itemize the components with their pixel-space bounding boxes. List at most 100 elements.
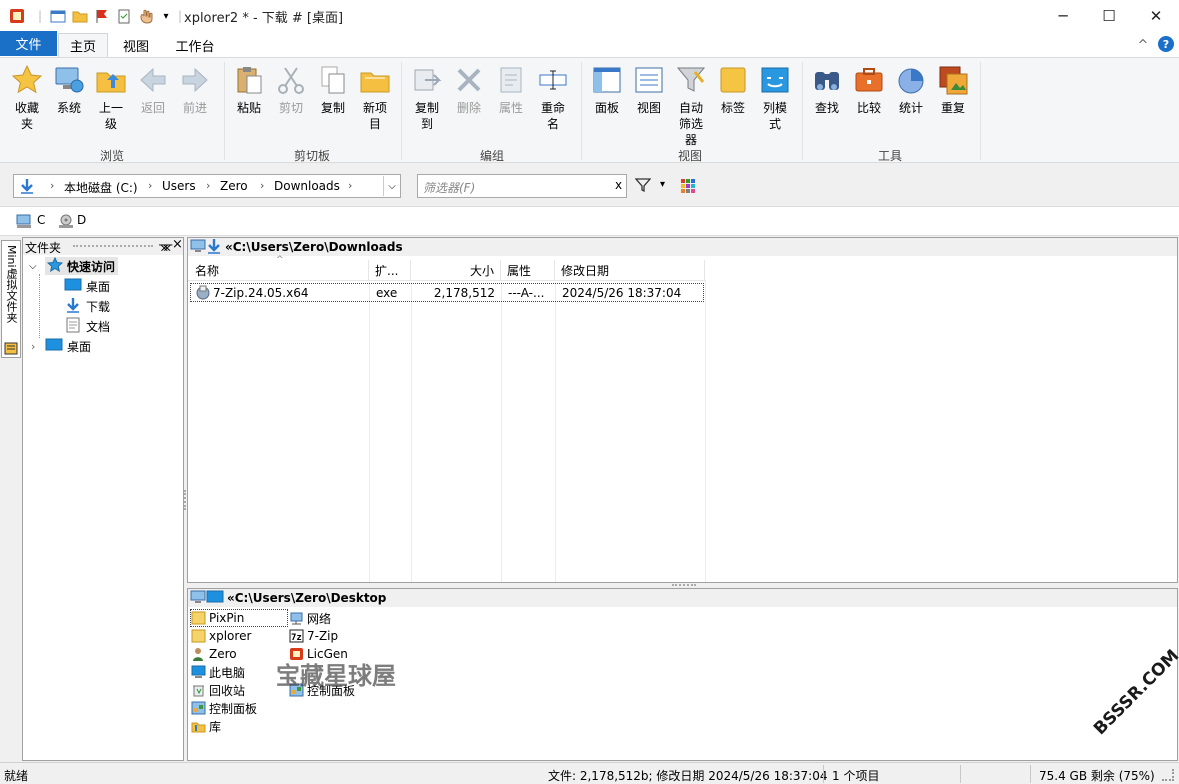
panels-button[interactable]: 面板 — [587, 64, 627, 116]
breadcrumb-chevron-icon[interactable]: › — [148, 179, 152, 192]
folder-pane-header: 文件夹 ᚘ × — [23, 237, 183, 255]
list-item[interactable]: 此电脑 — [191, 663, 245, 681]
copy-button[interactable]: 复制 — [313, 64, 353, 116]
tree-item-label: 下载 — [86, 299, 111, 314]
download-arrow-icon — [206, 238, 222, 257]
cut-button[interactable]: 剪切 — [271, 64, 311, 116]
filter-funnel-icon[interactable] — [634, 177, 652, 196]
forward-button[interactable]: 前进 — [175, 64, 215, 116]
expand-chevron-icon[interactable]: › — [31, 337, 35, 355]
back-button[interactable]: 返回 — [133, 64, 173, 116]
column-header-name[interactable]: 名称 — [188, 260, 369, 280]
tree-item-desktop[interactable]: 桌面 — [64, 277, 110, 295]
columns-mode-button[interactable]: 列模式 — [755, 64, 795, 132]
library-icon — [191, 719, 206, 733]
column-header-modified[interactable]: 修改日期 — [555, 260, 705, 280]
pane-path[interactable]: «C:\Users\Zero\Desktop — [227, 591, 386, 605]
pin-icon[interactable]: ᚘ — [159, 238, 172, 251]
duplicates-button[interactable]: 重复 — [933, 64, 973, 116]
breadcrumb-users[interactable]: Users — [162, 179, 196, 193]
help-icon[interactable]: ? — [1158, 36, 1174, 52]
tree-item-desktop-root[interactable]: 桌面 — [45, 337, 91, 355]
copy-to-button[interactable]: 复制到 — [407, 64, 447, 132]
favorites-button[interactable]: 收藏夹 — [7, 64, 47, 132]
filter-clear-icon[interactable]: x — [615, 178, 622, 192]
flag-icon[interactable] — [94, 8, 110, 24]
list-item[interactable]: 回收站 — [191, 681, 245, 699]
list-item[interactable]: Zero — [191, 645, 237, 663]
breadcrumb-drive[interactable]: 本地磁盘 (C:) — [64, 179, 138, 196]
statistics-button[interactable]: 统计 — [891, 64, 931, 116]
app-icon[interactable] — [9, 8, 25, 24]
hand-icon[interactable] — [138, 8, 154, 24]
filter-placeholder: 筛选器(F) — [423, 181, 476, 195]
drive-d-button[interactable] — [58, 213, 94, 231]
color-grid-icon[interactable] — [681, 179, 695, 196]
tree-item-downloads[interactable]: 下载 — [64, 297, 110, 315]
list-item[interactable]: 网络 — [289, 609, 331, 627]
close-pane-icon[interactable]: × — [172, 237, 183, 252]
list-item[interactable]: 库 — [191, 717, 221, 735]
pie-chart-icon — [895, 64, 927, 96]
system-button[interactable]: 系统 — [49, 64, 89, 116]
breadcrumb-chevron-icon[interactable]: › — [50, 179, 54, 192]
column-header-ext[interactable]: 扩... — [369, 260, 411, 280]
breadcrumb-chevron-icon[interactable]: › — [206, 179, 210, 192]
pane-path[interactable]: «C:\Users\Zero\Downloads — [225, 240, 403, 254]
address-dropdown-icon[interactable]: ⌵ — [383, 176, 400, 196]
control-panel-icon — [191, 701, 206, 715]
up-level-button[interactable]: 上一级 — [91, 64, 131, 132]
mini-virtual-folder-tab[interactable]: Mini虚拟文件夹 — [1, 240, 21, 358]
delete-button[interactable]: 删除 — [449, 64, 489, 116]
tab-view[interactable]: 视图 — [112, 33, 160, 57]
breadcrumb-downloads[interactable]: Downloads — [274, 179, 340, 193]
horizontal-splitter[interactable] — [672, 584, 696, 587]
properties-button[interactable]: 属性 — [491, 64, 531, 116]
duplicates-icon — [937, 64, 969, 96]
column-divider — [369, 280, 370, 582]
new-window-icon[interactable] — [50, 8, 66, 24]
column-header-size[interactable]: 大小 — [411, 260, 501, 280]
address-bar[interactable]: › 本地磁盘 (C:) › Users › Zero › Downloads ›… — [13, 174, 401, 198]
filter-dropdown-icon[interactable]: ▾ — [660, 179, 665, 190]
expand-chevron-icon[interactable]: ⌵ — [29, 257, 37, 275]
clipboard-icon[interactable] — [116, 8, 132, 24]
breadcrumb-chevron-icon[interactable]: › — [260, 179, 264, 192]
list-item[interactable]: PixPin — [190, 609, 288, 627]
column-header-attributes[interactable]: 属性 — [501, 260, 555, 280]
minimize-button[interactable]: ─ — [1040, 0, 1086, 31]
resize-grip[interactable] — [1162, 769, 1174, 781]
breadcrumb-chevron-icon[interactable]: › — [348, 179, 352, 192]
filter-input[interactable]: 筛选器(F) x — [417, 174, 627, 198]
close-button[interactable]: ✕ — [1133, 0, 1179, 31]
tree-item-label: 桌面 — [86, 279, 111, 294]
auto-filter-button[interactable]: 自动筛选器 — [671, 64, 711, 148]
tab-workspace[interactable]: 工作台 — [166, 33, 224, 57]
list-item[interactable]: 控制面板 — [191, 699, 257, 717]
new-item-button[interactable]: 新项目 — [355, 64, 395, 132]
drag-grip[interactable] — [73, 245, 153, 249]
maximize-button[interactable]: ☐ — [1086, 0, 1132, 31]
find-button[interactable]: 查找 — [807, 64, 847, 116]
tree-item-documents[interactable]: 文档 — [64, 317, 110, 335]
tab-file[interactable]: 文件 — [0, 31, 57, 56]
breadcrumb-zero[interactable]: Zero — [220, 179, 248, 193]
paste-button[interactable]: 粘贴 — [229, 64, 269, 116]
desktop-icon — [64, 278, 82, 295]
compare-button[interactable]: 比较 — [849, 64, 889, 116]
tree-item-quick-access[interactable]: 快速访问 — [45, 256, 119, 275]
status-divider — [1030, 765, 1031, 783]
open-folder-icon[interactable] — [72, 8, 88, 24]
new-folder-icon — [359, 64, 391, 96]
view-button[interactable]: 视图 — [629, 64, 669, 116]
drive-c-button[interactable] — [16, 213, 56, 231]
list-item[interactable]: xplorer — [191, 627, 251, 645]
column-divider — [411, 280, 412, 582]
collapse-ribbon-icon[interactable]: ^ — [1136, 33, 1150, 57]
list-item[interactable]: 控制面板 — [289, 681, 355, 699]
rename-button[interactable]: 重命名 — [533, 64, 573, 132]
tab-home[interactable]: 主页 — [58, 33, 108, 57]
list-item[interactable]: 7z 7-Zip — [289, 627, 338, 645]
bookmarks-button[interactable]: 标签 — [713, 64, 753, 116]
list-item[interactable]: LicGen — [289, 645, 348, 663]
